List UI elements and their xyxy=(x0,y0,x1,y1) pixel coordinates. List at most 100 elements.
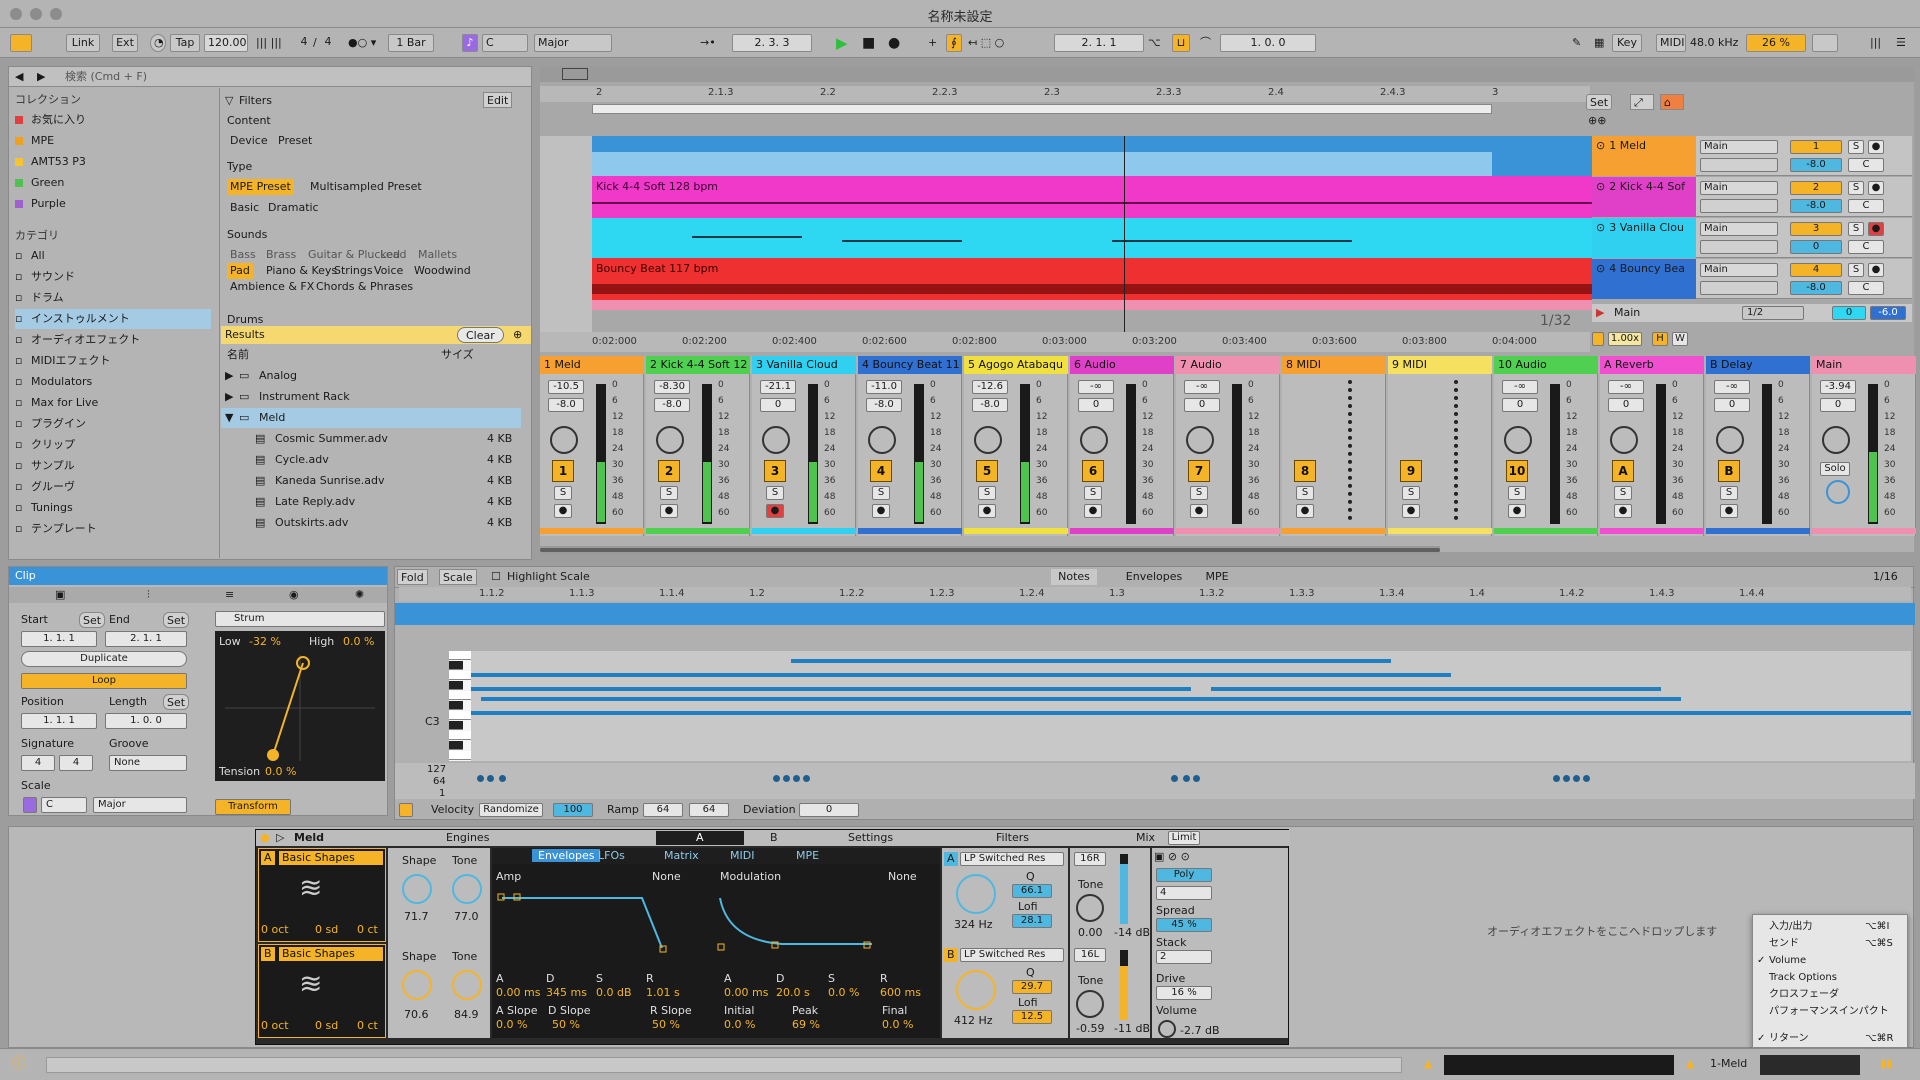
sounds-filter-label[interactable]: Sounds xyxy=(227,228,267,242)
quantize-menu[interactable]: 1 Bar xyxy=(388,34,434,52)
info-icon[interactable]: ⓘ xyxy=(12,1057,26,1071)
clear-results-button[interactable]: Clear xyxy=(457,327,504,343)
overdub-icon[interactable]: + xyxy=(928,34,937,52)
clip-scale-select[interactable]: Major xyxy=(93,797,187,813)
fold-button[interactable]: Fold xyxy=(397,569,428,585)
status-warning-icon[interactable]: ▲ xyxy=(1424,1057,1432,1071)
category-item[interactable]: ▫ Tunings xyxy=(15,498,211,518)
scale-select[interactable]: Major xyxy=(534,34,612,52)
osc-b-oct[interactable]: 0 oct xyxy=(261,1019,289,1032)
track-fold-icon[interactable]: ⊙ xyxy=(1596,262,1605,275)
collection-item[interactable]: MPE xyxy=(15,131,54,151)
channel-activator[interactable]: B xyxy=(1718,460,1740,482)
channel-solo-button[interactable]: S xyxy=(872,486,890,500)
mod-subtab[interactable]: LFOs xyxy=(598,849,625,862)
notes-tab-icon[interactable]: ⫶ xyxy=(147,588,150,602)
add-icon[interactable]: ⊕ xyxy=(513,328,522,342)
channel-solo-button[interactable]: S xyxy=(1614,486,1632,500)
track-activator[interactable]: 1 xyxy=(1790,140,1842,154)
metronome-dots-icon[interactable]: ●○ ▾ xyxy=(348,34,376,52)
voice-icons[interactable]: ▣ ⊘ ⊙ xyxy=(1154,850,1190,864)
mpe-tab-icon[interactable]: ◉ xyxy=(289,588,299,602)
filter-b-freq-knob[interactable] xyxy=(956,970,996,1010)
deviation-value[interactable]: 0 xyxy=(799,803,859,817)
follow-icon[interactable]: →• xyxy=(700,34,716,52)
channel-name[interactable]: 3 Vanilla Cloud xyxy=(752,356,856,374)
channel-name[interactable]: Main xyxy=(1812,356,1916,374)
transform-tab-icon[interactable]: ✺ xyxy=(355,588,364,602)
device-on-icon[interactable]: ● xyxy=(260,831,270,845)
amp-env-target[interactable]: None xyxy=(652,870,681,883)
sounds-tag[interactable]: Bass xyxy=(227,247,259,263)
clip-tabs[interactable]: ▣ ⫶ ≡ ◉ ✺ xyxy=(9,587,387,603)
channel-arm-icon[interactable]: ● xyxy=(1296,504,1314,518)
osc-a-oct[interactable]: 0 oct xyxy=(261,923,289,936)
channel-pan-knob[interactable] xyxy=(1610,426,1638,454)
channel-volume[interactable]: -8.0 xyxy=(548,398,584,412)
settings-tab[interactable]: Settings xyxy=(848,831,893,845)
track-activator[interactable]: 3 xyxy=(1790,222,1842,236)
category-item[interactable]: ▫ グルーヴ xyxy=(15,477,211,497)
metronome-icon[interactable]: ◔ xyxy=(150,34,166,52)
channel-pan-knob[interactable] xyxy=(1822,426,1850,454)
channel-name[interactable]: B Delay xyxy=(1706,356,1810,374)
channel-meter[interactable] xyxy=(808,384,818,524)
tap-button[interactable]: Tap xyxy=(170,34,200,52)
collapsed-arrow-icon[interactable]: ▶ xyxy=(225,390,233,404)
channel-name[interactable]: 10 Audio xyxy=(1494,356,1598,374)
category-item[interactable]: ▫ Max for Live xyxy=(15,393,211,413)
track-input-bar[interactable] xyxy=(1700,158,1778,172)
draw-mode-icon[interactable]: ✎ xyxy=(1572,34,1581,52)
engine-b-tab[interactable]: B xyxy=(770,831,778,845)
channel-name[interactable]: 4 Bouncy Beat 11 xyxy=(858,356,962,374)
envelope-tab-icon[interactable]: ≡ xyxy=(225,588,234,602)
loop-length-field[interactable]: 1. 0. 0 xyxy=(1220,34,1316,52)
mod-subtab[interactable]: Matrix xyxy=(664,849,699,862)
follow-icon-small[interactable] xyxy=(1592,332,1604,346)
type-tag-basic[interactable]: Basic xyxy=(227,200,262,216)
channel-pan-knob[interactable] xyxy=(974,426,1002,454)
category-item[interactable]: ▫ サンプル xyxy=(15,456,211,476)
track-output-select[interactable]: Main xyxy=(1700,263,1778,277)
piano-key[interactable] xyxy=(449,691,471,700)
collection-item[interactable]: AMT53 P3 xyxy=(15,152,86,172)
end-set-button[interactable]: Set xyxy=(163,612,190,628)
channel-arm-icon[interactable]: ● xyxy=(978,504,996,518)
track-lane-bouncy[interactable]: Bouncy Beat 117 bpm xyxy=(592,258,1592,300)
midi-note[interactable] xyxy=(471,687,1191,691)
track-activator[interactable]: 4 xyxy=(1790,263,1842,277)
note-grid[interactable] xyxy=(471,651,1911,761)
velocity-lane[interactable]: 127 64 1 xyxy=(395,763,1915,799)
browser-search-input[interactable]: 検索 (Cmd + F) xyxy=(65,70,147,84)
piano-key[interactable] xyxy=(449,751,471,760)
track-crossfade-c[interactable]: C xyxy=(1848,240,1884,254)
channel-volume[interactable]: 0 xyxy=(1078,398,1114,412)
punch-out-icon[interactable]: ⌒ xyxy=(1200,34,1211,52)
randomize-button[interactable]: Randomize xyxy=(479,803,543,817)
clip-tab-icon[interactable]: ▣ xyxy=(55,588,65,602)
ext-button[interactable]: Ext xyxy=(112,34,138,52)
track-activator[interactable]: 2 xyxy=(1790,181,1842,195)
category-item[interactable]: ▫ ドラム xyxy=(15,288,211,308)
pan-b[interactable]: 16L xyxy=(1074,948,1106,962)
channel-volume[interactable]: -8.0 xyxy=(866,398,902,412)
poly-button[interactable]: Poly xyxy=(1156,868,1212,882)
category-item[interactable]: ▫ プラグイン xyxy=(15,414,211,434)
track-arrow-icon[interactable]: ▲ xyxy=(1686,1057,1694,1071)
lock-icon[interactable]: ⌂ xyxy=(1660,94,1684,110)
file-row[interactable]: ▤ Cycle.adv 4 KB xyxy=(221,450,521,470)
velocity-marker[interactable] xyxy=(1183,775,1190,782)
track-input-bar[interactable] xyxy=(1700,281,1778,295)
amp-adsr-value[interactable]: 0.00 ms xyxy=(496,986,540,999)
sounds-tag[interactable]: Woodwind xyxy=(411,263,474,279)
content-tag-device[interactable]: Device xyxy=(227,133,271,149)
channel-activator[interactable]: 1 xyxy=(552,460,574,482)
amp-adsr-value[interactable]: 345 ms xyxy=(546,986,587,999)
size-column-header[interactable]: サイズ xyxy=(441,348,474,362)
length-field[interactable]: 1. 0. 0 xyxy=(105,713,187,729)
collection-item[interactable]: Purple xyxy=(15,194,66,214)
b-shape-knob[interactable] xyxy=(402,970,432,1000)
channel-activator[interactable]: 5 xyxy=(976,460,998,482)
tone-b-knob[interactable] xyxy=(1076,990,1104,1018)
velocity-marker[interactable] xyxy=(1193,775,1200,782)
